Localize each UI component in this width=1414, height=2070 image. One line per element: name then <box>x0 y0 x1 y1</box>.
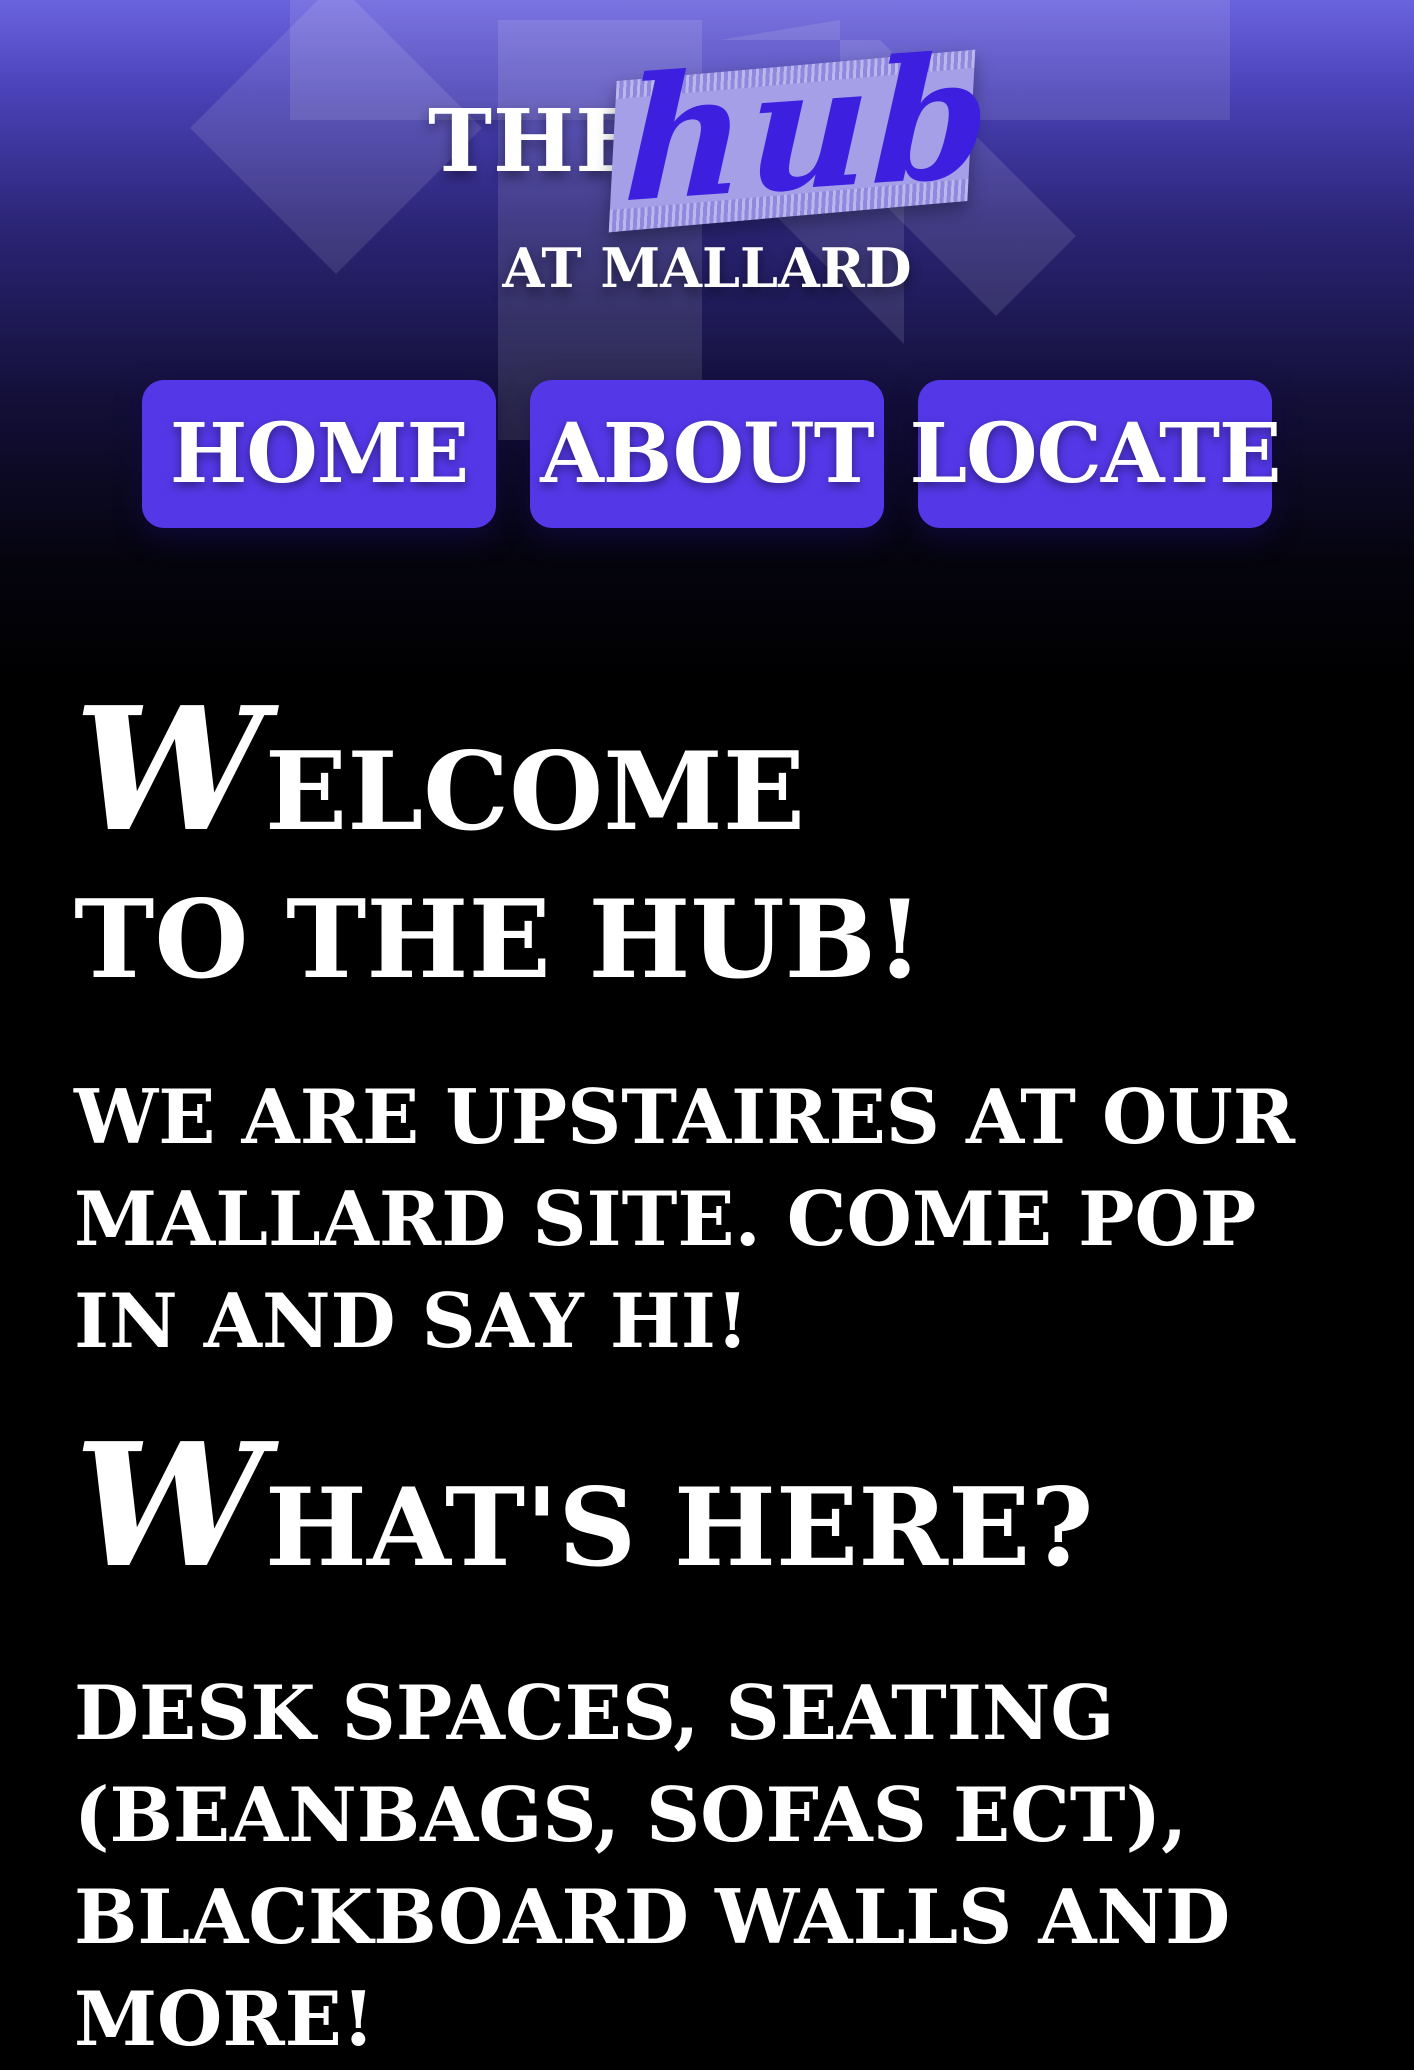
whats-here-heading-text: HAT'S HERE? <box>264 1465 1094 1591</box>
welcome-heading-initial: W <box>74 670 265 870</box>
main-content: WELCOME TO THE HUB! WE ARE UPSTAIRES AT … <box>74 685 1354 2070</box>
welcome-heading: WELCOME TO THE HUB! <box>74 685 934 1014</box>
header-banner: THE hub AT MALLARD HOME ABOUT LOCATE <box>0 0 1414 680</box>
nav-home-button[interactable]: HOME <box>142 380 496 528</box>
site-logo[interactable]: THE hub AT MALLARD <box>0 0 1414 330</box>
logo-subtitle: AT MALLARD <box>502 236 912 300</box>
whats-here-paragraph: DESK SPACES, SEATING (BEANBAGS, SOFAS EC… <box>74 1669 1231 2063</box>
intro-paragraph: WE ARE UPSTAIRES AT OUR MALLARD SITE. CO… <box>74 1073 1296 1365</box>
nav-about-button[interactable]: ABOUT <box>530 380 884 528</box>
logo-prefix: THE <box>428 91 642 192</box>
whats-here-heading-initial: W <box>74 1406 265 1606</box>
whats-here-heading: WHAT'S HERE? <box>74 1421 1354 1602</box>
nav-locate-button[interactable]: LOCATE <box>910 380 1282 528</box>
main-nav: HOME ABOUT LOCATE <box>0 380 1414 528</box>
logo-hub-text: hub <box>620 15 995 241</box>
